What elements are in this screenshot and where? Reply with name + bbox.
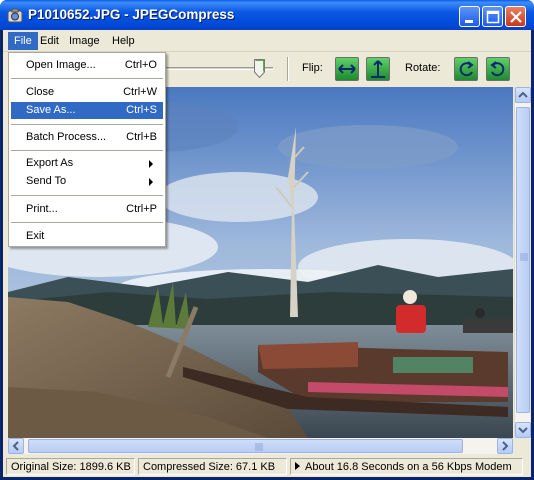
window-title: P1010652.JPG - JPEGCompress: [28, 7, 235, 22]
menu-item-shortcut: Ctrl+S: [126, 104, 157, 116]
toolbar-separator: [287, 57, 289, 81]
flip-horizontal-icon: [338, 64, 356, 74]
chevron-right-icon: [502, 441, 509, 451]
menu-item-label: Batch Process...: [26, 131, 107, 143]
rotate-left-button[interactable]: [454, 57, 478, 81]
status-download-time: About 16.8 Seconds on a 56 Kbps Modem: [290, 458, 523, 475]
menu-exit[interactable]: Exit: [11, 228, 163, 245]
menu-item-shortcut: Ctrl+B: [126, 131, 157, 143]
minimize-icon: [465, 20, 473, 23]
scrollbar-corner: [514, 438, 530, 454]
menu-print[interactable]: Print... Ctrl+P: [11, 201, 163, 218]
menu-edit[interactable]: Edit: [34, 32, 65, 50]
menu-separator: [11, 150, 163, 151]
flip-horizontal-button[interactable]: [335, 57, 359, 81]
menu-item-label: Open Image...: [26, 59, 96, 71]
menu-item-label: Save As...: [26, 104, 76, 116]
maximize-icon: [486, 10, 500, 24]
menu-item-label: Print...: [26, 203, 58, 215]
rotate-right-button[interactable]: [486, 57, 510, 81]
flip-label: Flip:: [302, 62, 323, 74]
menu-export-as[interactable]: Export As: [11, 155, 163, 172]
play-icon: [295, 462, 300, 470]
file-menu-dropdown: Open Image... Ctrl+O Close Ctrl+W Save A…: [8, 52, 166, 247]
maximize-button[interactable]: [482, 6, 503, 27]
menu-image[interactable]: Image: [63, 32, 106, 50]
submenu-arrow-icon: [149, 178, 153, 186]
chevron-left-icon: [12, 441, 19, 451]
app-icon: [7, 8, 23, 23]
vertical-scrollbar[interactable]: [514, 87, 531, 438]
menu-separator: [11, 78, 163, 79]
menu-send-to[interactable]: Send To: [11, 173, 163, 190]
scroll-down-button[interactable]: [515, 422, 531, 438]
menu-help[interactable]: Help: [106, 32, 141, 50]
flip-vertical-icon: [371, 60, 385, 78]
title-bar[interactable]: P1010652.JPG - JPEGCompress: [0, 0, 534, 30]
vertical-scroll-thumb[interactable]: [516, 107, 530, 413]
status-compressed-size: Compressed Size: 67.1 KB: [138, 458, 287, 475]
menu-item-label: Exit: [26, 230, 45, 242]
menu-save-as[interactable]: Save As... Ctrl+S: [11, 102, 163, 119]
app-window: P1010652.JPG - JPEGCompress File Edit Im…: [0, 0, 534, 480]
chevron-down-icon: [518, 427, 528, 434]
flip-vertical-button[interactable]: [366, 57, 390, 81]
menu-bar: File Edit Image Help: [3, 30, 531, 52]
menu-item-label: Close: [26, 86, 55, 98]
scroll-up-button[interactable]: [515, 87, 531, 103]
horizontal-scroll-thumb[interactable]: [28, 439, 463, 453]
close-button[interactable]: [505, 6, 526, 27]
menu-item-label: Send To: [26, 175, 67, 187]
close-icon: [510, 11, 522, 23]
scroll-left-button[interactable]: [8, 438, 24, 454]
grip-icon: [520, 253, 528, 261]
submenu-arrow-icon: [149, 160, 153, 168]
menu-separator: [11, 222, 163, 223]
menu-item-label: Export As: [26, 157, 74, 169]
grip-icon: [255, 443, 263, 451]
rotate-left-icon: [459, 61, 474, 77]
horizontal-scrollbar[interactable]: [8, 438, 513, 454]
menu-batch-process[interactable]: Batch Process... Ctrl+B: [11, 129, 163, 146]
menu-item-shortcut: Ctrl+P: [126, 203, 157, 215]
quality-slider-thumb[interactable]: [254, 59, 265, 78]
menu-close[interactable]: Close Ctrl+W: [11, 84, 163, 101]
rotate-label: Rotate:: [405, 62, 441, 74]
minimize-button[interactable]: [459, 6, 480, 27]
menu-separator: [11, 195, 163, 196]
status-bar: Original Size: 1899.6 KB Compressed Size…: [3, 456, 531, 476]
chevron-up-icon: [518, 91, 528, 98]
status-download-time-text: About 16.8 Seconds on a 56 Kbps Modem: [305, 461, 512, 473]
menu-item-shortcut: Ctrl+O: [124, 59, 157, 71]
menu-separator: [11, 124, 163, 125]
menu-open-image[interactable]: Open Image... Ctrl+O: [11, 57, 163, 74]
menu-item-shortcut: Ctrl+W: [123, 86, 157, 98]
rotate-right-icon: [490, 61, 505, 77]
scroll-right-button[interactable]: [497, 438, 513, 454]
status-original-size: Original Size: 1899.6 KB: [6, 458, 135, 475]
